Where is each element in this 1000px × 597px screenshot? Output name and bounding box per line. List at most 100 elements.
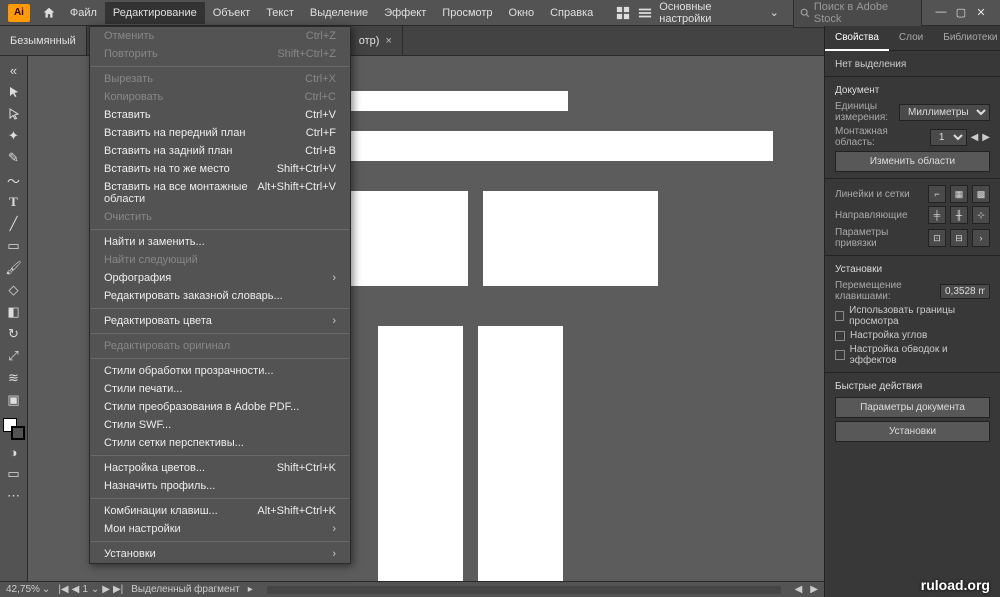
menu-item[interactable]: Вставить на то же местоShift+Ctrl+V: [90, 160, 350, 178]
menu-файл[interactable]: Файл: [62, 2, 105, 24]
menu-item[interactable]: Комбинации клавиш...Alt+Shift+Ctrl+K: [90, 502, 350, 520]
snap-point-icon[interactable]: ⊟: [950, 229, 968, 247]
arrange-icon[interactable]: [615, 5, 631, 21]
menu-item[interactable]: Найти и заменить...: [90, 233, 350, 251]
home-icon[interactable]: [42, 6, 56, 20]
artboard[interactable]: [478, 326, 563, 591]
last-icon[interactable]: ▶|: [113, 584, 123, 595]
horizontal-scrollbar[interactable]: [267, 586, 781, 594]
artboard[interactable]: [298, 131, 773, 161]
rotate-tool[interactable]: ↻: [2, 324, 26, 344]
pen-tool[interactable]: ✎: [2, 148, 26, 168]
document-setup-button[interactable]: Параметры документа: [835, 397, 990, 418]
draw-mode-icon[interactable]: ◑: [2, 442, 26, 462]
document-section-title: Документ: [835, 85, 990, 96]
guides-lock-icon[interactable]: ╫: [950, 206, 968, 224]
fill-stroke-swatch[interactable]: [3, 418, 25, 440]
ruler-icon[interactable]: ⌐: [928, 185, 946, 203]
first-icon[interactable]: |◀: [58, 584, 68, 595]
scale-strokes-checkbox[interactable]: Настройка обводок и эффектов: [835, 344, 990, 366]
menu-эффект[interactable]: Эффект: [376, 2, 434, 24]
zoom-value: 42,75%: [6, 584, 40, 595]
app-logo: Ai: [8, 4, 30, 22]
tab-properties[interactable]: Свойства: [825, 26, 889, 51]
maximize-icon[interactable]: ▢: [954, 6, 968, 19]
workspace-preset[interactable]: Основные настройки ⌄: [653, 0, 785, 27]
tab-layers[interactable]: Слои: [889, 26, 933, 50]
keymove-input[interactable]: [940, 284, 990, 299]
shaper-tool[interactable]: ◇: [2, 280, 26, 300]
menu-item[interactable]: Установки›: [90, 545, 350, 563]
artboard[interactable]: [378, 326, 463, 591]
collapse-icon[interactable]: «: [2, 60, 26, 80]
close-icon[interactable]: ✕: [974, 6, 988, 19]
prev-artboard-icon[interactable]: ◀: [971, 132, 979, 143]
menu-item[interactable]: Вставить на задний планCtrl+B: [90, 142, 350, 160]
menu-просмотр[interactable]: Просмотр: [434, 2, 500, 24]
scale-tool[interactable]: ⤢: [2, 346, 26, 366]
tab-libraries[interactable]: Библиотеки: [933, 26, 1000, 50]
transparency-grid-icon[interactable]: ▩: [972, 185, 990, 203]
line-tool[interactable]: ╱: [2, 214, 26, 234]
workspace-preset-label: Основные настройки: [659, 1, 765, 25]
snap-pixel-icon[interactable]: ⊡: [928, 229, 946, 247]
smart-guides-icon[interactable]: ⊹: [972, 206, 990, 224]
menu-item[interactable]: Стили печати...: [90, 380, 350, 398]
menu-item[interactable]: Орфография›: [90, 269, 350, 287]
guides-label: Направляющие: [835, 210, 908, 221]
wand-tool[interactable]: ✦: [2, 126, 26, 146]
menu-item[interactable]: Назначить профиль...: [90, 477, 350, 495]
scale-corners-checkbox[interactable]: Настройка углов: [835, 330, 990, 341]
edit-artboards-button[interactable]: Изменить области: [835, 151, 990, 172]
menu-item[interactable]: Мои настройки›: [90, 520, 350, 538]
menu-item[interactable]: Стили обработки прозрачности...: [90, 362, 350, 380]
menu-item[interactable]: ВставитьCtrl+V: [90, 106, 350, 124]
menu-окно[interactable]: Окно: [501, 2, 543, 24]
guides-show-icon[interactable]: ╪: [928, 206, 946, 224]
view-mode-icon[interactable]: [637, 5, 653, 21]
menu-item[interactable]: Редактировать цвета›: [90, 312, 350, 330]
menu-редактирование[interactable]: Редактирование: [105, 2, 205, 24]
preview-bounds-checkbox[interactable]: Использовать границы просмотра: [835, 305, 990, 327]
screen-mode-icon[interactable]: ▭: [2, 464, 26, 484]
free-transform-tool[interactable]: ▣: [2, 390, 26, 410]
artboard[interactable]: [483, 191, 658, 286]
curvature-tool[interactable]: 〜: [2, 170, 26, 190]
menu-item[interactable]: Стили сетки перспективы...: [90, 434, 350, 452]
menu-item[interactable]: Стили преобразования в Adobe PDF...: [90, 398, 350, 416]
brush-tool[interactable]: 🖌: [2, 258, 26, 278]
menu-item[interactable]: Вставить на передний планCtrl+F: [90, 124, 350, 142]
minimize-icon[interactable]: —: [934, 6, 948, 19]
menu-item[interactable]: Редактировать заказной словарь...: [90, 287, 350, 305]
menu-объект[interactable]: Объект: [205, 2, 258, 24]
snap-more-icon[interactable]: ›: [972, 229, 990, 247]
next-icon[interactable]: ▶: [102, 584, 110, 595]
document-tab[interactable]: Безымянный: [0, 26, 87, 55]
scroll-right-icon[interactable]: ▶: [810, 584, 818, 595]
menu-item[interactable]: Вставить на все монтажные областиAlt+Shi…: [90, 178, 350, 208]
scroll-left-icon[interactable]: ◀: [795, 584, 803, 595]
grid-icon[interactable]: ▦: [950, 185, 968, 203]
units-select[interactable]: Миллиметры: [899, 104, 990, 121]
tab-close-icon[interactable]: ×: [385, 35, 391, 47]
direct-selection-tool[interactable]: [2, 104, 26, 124]
zoom-control[interactable]: 42,75% ⌄: [6, 584, 50, 595]
menu-item[interactable]: Настройка цветов...Shift+Ctrl+K: [90, 459, 350, 477]
type-tool[interactable]: T: [2, 192, 26, 212]
prev-icon[interactable]: ◀: [72, 584, 80, 595]
width-tool[interactable]: ≋: [2, 368, 26, 388]
selection-tool[interactable]: [2, 82, 26, 102]
menu-справка[interactable]: Справка: [542, 2, 601, 24]
menu-выделение[interactable]: Выделение: [302, 2, 376, 24]
stock-search[interactable]: Поиск в Adobe Stock: [793, 0, 922, 28]
edit-toolbar-icon[interactable]: ⋯: [2, 486, 26, 506]
next-artboard-icon[interactable]: ▶: [982, 132, 990, 143]
menu-item[interactable]: Стили SWF...: [90, 416, 350, 434]
preferences-button[interactable]: Установки: [835, 421, 990, 442]
rectangle-tool[interactable]: ▭: [2, 236, 26, 256]
artboard-nav[interactable]: |◀ ◀ 1 ⌄ ▶ ▶|: [58, 584, 123, 595]
eraser-tool[interactable]: ◧: [2, 302, 26, 322]
artboard-select[interactable]: 1: [930, 129, 967, 146]
menu-item: Редактировать оригинал: [90, 337, 350, 355]
menu-текст[interactable]: Текст: [258, 2, 302, 24]
